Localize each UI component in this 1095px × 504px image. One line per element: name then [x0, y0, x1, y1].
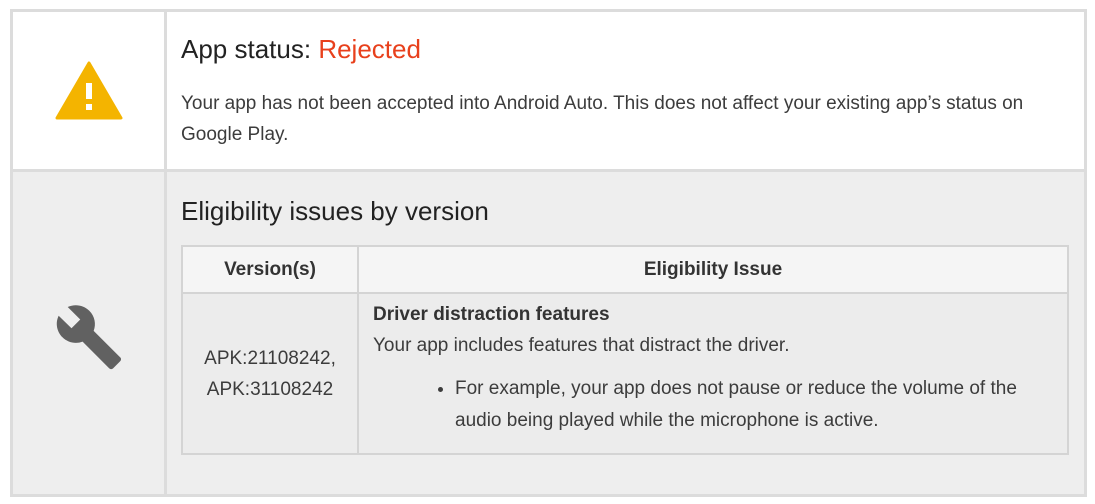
versions-column-header: Version(s)	[181, 245, 359, 294]
versions-cell: APK:21108242, APK:31108242	[181, 292, 359, 455]
issue-examples: For example, your app does not pause or …	[373, 373, 1053, 437]
table-row: APK:21108242, APK:31108242 Driver distra…	[181, 292, 1069, 455]
issue-description: Your app includes features that distract…	[373, 335, 790, 356]
table-header-row: Version(s) Eligibility Issue	[181, 245, 1069, 294]
warning-icon	[55, 61, 122, 119]
issue-title: Driver distraction features	[373, 304, 610, 325]
status-description: Your app has not been accepted into Andr…	[181, 93, 1024, 145]
status-label: App status:	[181, 34, 319, 64]
issues-heading: Eligibility issues by version	[181, 196, 489, 226]
list-item: For example, your app does not pause or …	[455, 373, 1053, 437]
version-item: APK:31108242	[206, 378, 334, 400]
issues-content: Eligibility issues by version Version(s)…	[167, 172, 1084, 494]
issue-cell: Driver distraction features Your app inc…	[357, 292, 1069, 455]
version-item: APK:21108242,	[204, 347, 336, 369]
issue-column-header: Eligibility Issue	[357, 245, 1069, 294]
wrench-icon	[56, 305, 121, 370]
issues-icon-cell	[13, 172, 164, 494]
status-value: Rejected	[318, 34, 421, 64]
app-review-panel: App status: Rejected Your app has not be…	[10, 9, 1087, 497]
status-heading: App status: Rejected	[181, 34, 421, 65]
eligibility-table: Version(s) Eligibility Issue APK:2110824…	[181, 245, 1069, 455]
status-content: App status: Rejected Your app has not be…	[167, 12, 1084, 169]
status-icon-cell	[13, 12, 164, 169]
app-status-section: App status: Rejected Your app has not be…	[13, 12, 1084, 169]
eligibility-issues-section: Eligibility issues by version Version(s)…	[13, 172, 1084, 494]
